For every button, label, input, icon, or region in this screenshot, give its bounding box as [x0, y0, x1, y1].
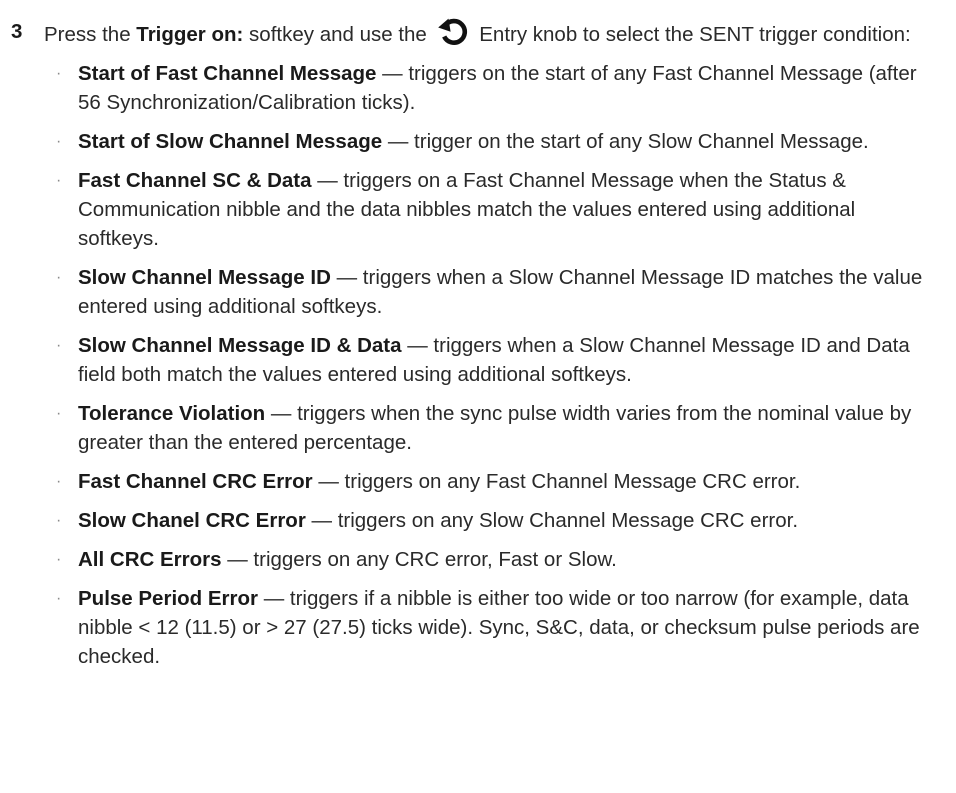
bullet-icon: ·	[56, 551, 62, 568]
list-item: · Fast Channel SC & Data — triggers on a …	[44, 166, 936, 253]
step-instruction: Press the Trigger on: softkey and use th…	[44, 17, 936, 49]
option-term: Fast Channel CRC Error	[78, 470, 313, 493]
list-item: · Pulse Period Error — triggers if a nibb…	[44, 584, 936, 671]
bullet-icon: ·	[56, 172, 62, 189]
list-item: · Start of Fast Channel Message — trigger…	[44, 59, 936, 117]
list-item: · Tolerance Violation — triggers when the…	[44, 399, 936, 457]
option-description: — triggers on any CRC error, Fast or Slo…	[221, 548, 617, 571]
list-item: · Slow Channel Message ID — triggers when…	[44, 263, 936, 321]
option-term: Slow Chanel CRC Error	[78, 509, 306, 532]
option-term: Fast Channel SC & Data	[78, 169, 312, 192]
intro-mid: softkey and use the	[243, 23, 433, 46]
list-item: · Fast Channel CRC Error — triggers on an…	[44, 467, 936, 496]
bullet-icon: ·	[56, 133, 62, 150]
bullet-icon: ·	[56, 405, 62, 422]
option-term: Start of Fast Channel Message	[78, 62, 377, 85]
bullet-icon: ·	[56, 512, 62, 529]
option-term: Tolerance Violation	[78, 402, 266, 425]
bullet-icon: ·	[56, 337, 62, 354]
list-item: · Start of Slow Channel Message — trigger…	[44, 127, 936, 156]
option-term: Slow Channel Message ID	[78, 266, 331, 289]
intro-prefix: Press the	[44, 23, 137, 46]
trigger-condition-list: · Start of Fast Channel Message — trigger…	[44, 59, 936, 671]
option-description: — triggers on any Fast Channel Message C…	[312, 470, 801, 493]
intro-suffix: Entry knob to select the SENT trigger co…	[473, 23, 911, 46]
entry-knob-icon	[437, 17, 470, 46]
step-number: 3	[11, 20, 23, 43]
bullet-icon: ·	[56, 269, 62, 286]
option-term: All CRC Errors	[78, 548, 222, 571]
bullet-icon: ·	[56, 65, 62, 82]
option-description: — triggers on any Slow Channel Message C…	[305, 509, 799, 532]
list-item: · Slow Channel Message ID & Data — trigge…	[44, 331, 936, 389]
option-term: Pulse Period Error	[78, 587, 259, 610]
trigger-on-softkey-label: Trigger on:	[136, 23, 244, 46]
option-term: Start of Slow Channel Message	[78, 130, 383, 153]
bullet-icon: ·	[56, 473, 62, 490]
option-term: Slow Channel Message ID & Data	[78, 334, 402, 357]
bullet-icon: ·	[56, 590, 62, 607]
procedure-step: 3 Press the Trigger on: softkey and use …	[0, 0, 956, 671]
option-description: — trigger on the start of any Slow Chann…	[382, 130, 869, 153]
list-item: · Slow Chanel CRC Error — triggers on any…	[44, 506, 936, 535]
list-item: · All CRC Errors — triggers on any CRC er…	[44, 545, 936, 574]
